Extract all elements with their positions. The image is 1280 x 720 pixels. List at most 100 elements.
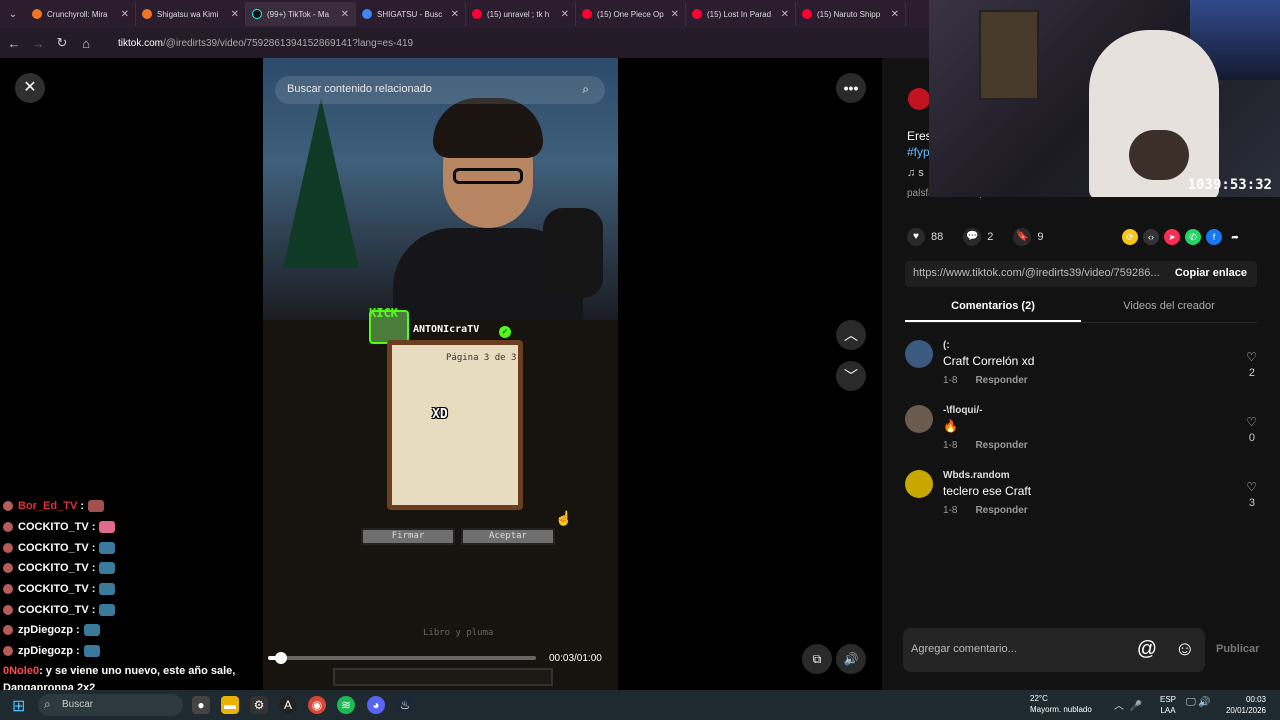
comment-username[interactable]: -\floqui/-: [943, 405, 982, 416]
comment-like-icon[interactable]: ♡: [1246, 415, 1257, 429]
kick-logo: KICK: [369, 306, 398, 320]
comment-like-count: 2: [1248, 367, 1255, 379]
close-icon[interactable]: ✕: [15, 73, 45, 103]
save-button[interactable]: 🔖 9: [1013, 228, 1044, 246]
comment-avatar[interactable]: [905, 405, 933, 433]
next-video-icon[interactable]: ﹀: [836, 361, 866, 391]
url-field[interactable]: tiktok.com/@iredirts39/video/75928613941…: [118, 38, 413, 49]
chat-line: COCKITO_TV :: [3, 517, 273, 538]
close-tab-icon[interactable]: ✕: [451, 9, 459, 20]
spotify-icon[interactable]: ≋: [337, 696, 355, 714]
video-player[interactable]: Buscar contenido relacionado ⌕ KICK ANTON…: [263, 58, 618, 690]
close-tab-icon[interactable]: ✕: [561, 9, 569, 20]
back-icon[interactable]: ←: [2, 36, 26, 51]
windows-taskbar: ⊞ ⌕ Buscar ● ▬ ⚙ A ◉ ≋ ◕ ♨ 22°C Mayorm. nu…: [0, 690, 1280, 720]
tray-icons[interactable]: ︿ 🎤: [1114, 697, 1142, 712]
emote-icon: [99, 541, 116, 554]
emoji-icon[interactable]: ☺: [1175, 638, 1195, 661]
whatsapp-icon[interactable]: ✆: [1185, 229, 1201, 245]
network-volume-icons[interactable]: 🖵 🔊: [1186, 697, 1211, 708]
reload-icon[interactable]: ↻: [50, 35, 74, 51]
taskbar-search[interactable]: ⌕ Buscar: [38, 694, 183, 716]
copy-link-button[interactable]: Copiar enlace: [1175, 267, 1247, 279]
close-tab-icon[interactable]: ✕: [781, 9, 789, 20]
send-icon[interactable]: ➤: [1164, 229, 1180, 245]
app-icon[interactable]: A: [279, 696, 297, 714]
file-explorer-icon[interactable]: ▬: [221, 696, 239, 714]
crunchyroll-icon: [32, 9, 42, 19]
tab-youtube-unravel[interactable]: (15) unravel ; tk h ✕: [466, 2, 576, 26]
tab-youtube-lostinparadise[interactable]: (15) Lost In Parad ✕: [686, 2, 796, 26]
previous-video-icon[interactable]: ︿: [836, 320, 866, 350]
tab-comments[interactable]: Comentarios (2): [905, 293, 1081, 322]
steam-icon[interactable]: ♨: [396, 696, 414, 714]
language-indicator[interactable]: ESP LAA: [1160, 694, 1176, 716]
volume-icon[interactable]: 🔊: [836, 644, 866, 674]
video-description: Eres: [907, 129, 932, 143]
publish-button[interactable]: Publicar: [1216, 643, 1259, 655]
comment-username[interactable]: (:: [943, 340, 950, 351]
comment-input[interactable]: Agregar comentario... @ ☺: [903, 628, 1205, 672]
video-link-field[interactable]: https://www.tiktok.com/@iredirts39/video…: [905, 261, 1257, 287]
badge-icon: [3, 584, 13, 595]
tab-list-button[interactable]: ⌄: [0, 9, 26, 20]
tab-youtube-naruto[interactable]: (15) Naruto Shipp ✕: [796, 2, 906, 26]
emote-icon: [99, 521, 116, 534]
more-options-icon[interactable]: •••: [836, 73, 866, 103]
share-arrow-icon[interactable]: ➦: [1227, 229, 1243, 245]
tab-crunchyroll[interactable]: Crunchyroll: Mira ✕: [26, 2, 136, 26]
tab-creator-videos[interactable]: Videos del creador: [1081, 293, 1257, 322]
embed-icon[interactable]: ‹›: [1143, 229, 1159, 245]
windows-start-icon[interactable]: ⊞: [12, 696, 25, 716]
tab-tiktok[interactable]: (99+) TikTok - Ma ✕: [246, 2, 356, 26]
tab-youtube-onepiece[interactable]: (15) One Piece Op ✕: [576, 2, 686, 26]
picture-in-picture-icon[interactable]: ⧉: [802, 644, 832, 674]
related-search-input[interactable]: Buscar contenido relacionado ⌕: [275, 76, 605, 104]
close-tab-icon[interactable]: ✕: [671, 9, 679, 20]
comment-like-icon[interactable]: ♡: [1246, 480, 1257, 494]
repost-icon[interactable]: ⟳: [1122, 229, 1138, 245]
comment-like-count: 3: [1248, 497, 1255, 509]
discord-icon[interactable]: ◕: [367, 696, 385, 714]
tab-google-search[interactable]: SHIGATSU - Busc ✕: [356, 2, 466, 26]
comment-avatar[interactable]: [905, 470, 933, 498]
stream-chat-overlay: Bor_Ed_TV : COCKITO_TV : COCKITO_TV : CO…: [3, 496, 273, 697]
comment-button[interactable]: 💬 2: [963, 228, 993, 246]
close-tab-icon[interactable]: ✕: [231, 9, 239, 20]
tab-shigatsu[interactable]: Shigatsu wa Kimi ✕: [136, 2, 246, 26]
search-icon[interactable]: ⌕: [582, 82, 589, 97]
reply-button[interactable]: Responder: [975, 505, 1027, 516]
forward-icon[interactable]: →: [26, 36, 50, 51]
panel-tabs: Comentarios (2) Videos del creador: [905, 293, 1257, 323]
settings-icon[interactable]: ⚙: [250, 696, 268, 714]
emote-icon: [83, 645, 100, 658]
badge-icon: [3, 563, 13, 574]
weather-widget[interactable]: 22°C Mayorm. nublado: [1030, 693, 1092, 715]
chrome-icon[interactable]: ◉: [308, 696, 326, 714]
close-tab-icon[interactable]: ✕: [341, 9, 349, 20]
webcam-overlay: 1039:53:32: [929, 0, 1280, 197]
comment-username[interactable]: Wbds.random: [943, 470, 1010, 481]
badge-icon: [3, 501, 13, 512]
video-progress-bar[interactable]: [268, 652, 536, 664]
chat-line: Bor_Ed_TV :: [3, 496, 273, 517]
music-link[interactable]: ♫ s: [907, 167, 924, 179]
obs-icon[interactable]: ●: [192, 696, 210, 714]
google-icon: [362, 9, 372, 19]
reply-button[interactable]: Responder: [975, 440, 1027, 451]
home-icon[interactable]: ⌂: [74, 36, 98, 51]
comment-text: teclero ese Craft: [943, 484, 1032, 498]
creator-avatar[interactable]: [908, 88, 930, 110]
system-clock[interactable]: 00:03 20/01/2026: [1222, 694, 1266, 716]
streamer: [393, 98, 583, 328]
hashtag-link[interactable]: #fyp: [907, 145, 930, 159]
like-button[interactable]: ♥ 88: [907, 228, 943, 246]
mouse-cursor-icon: ☝: [555, 510, 573, 526]
mention-icon[interactable]: @: [1137, 638, 1157, 661]
reply-button[interactable]: Responder: [975, 375, 1027, 386]
facebook-icon[interactable]: f: [1206, 229, 1222, 245]
close-tab-icon[interactable]: ✕: [121, 9, 129, 20]
comment-avatar[interactable]: [905, 340, 933, 368]
close-tab-icon[interactable]: ✕: [891, 9, 899, 20]
comment-like-icon[interactable]: ♡: [1246, 350, 1257, 364]
